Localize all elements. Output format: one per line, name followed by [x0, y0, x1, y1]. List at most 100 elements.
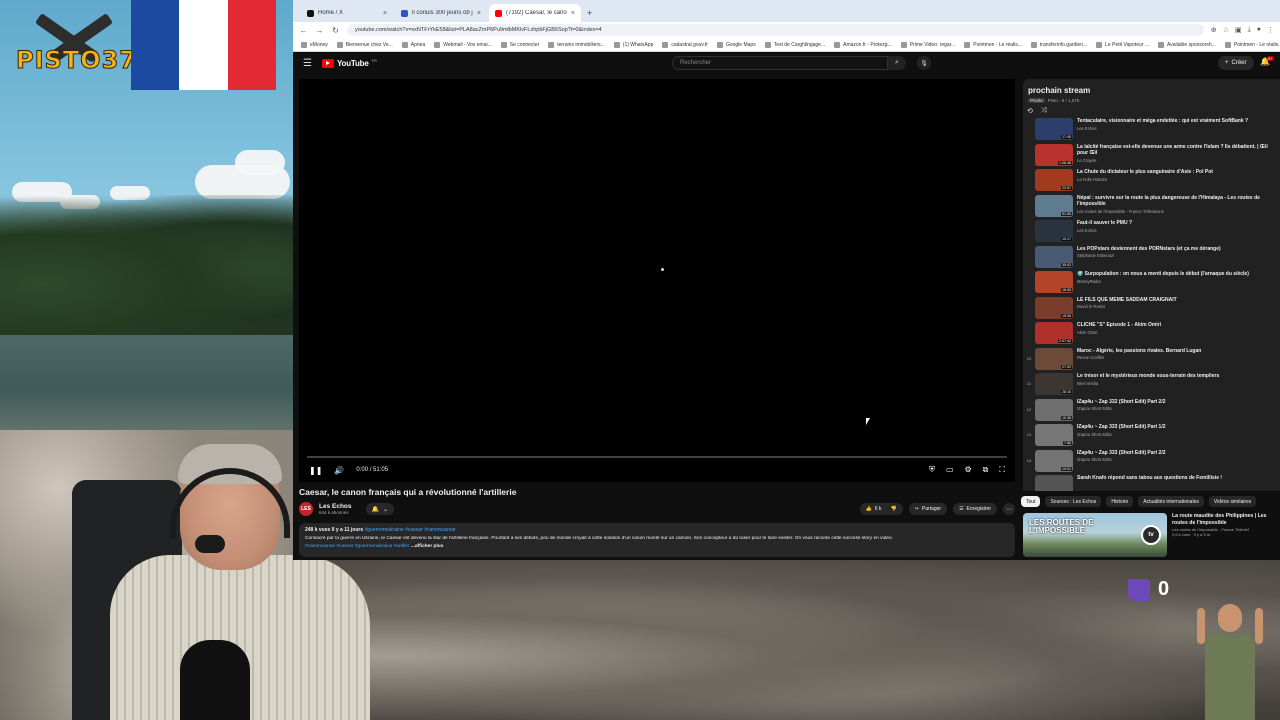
more-icon[interactable]: ⋯: [1003, 503, 1015, 515]
fullscreen-icon[interactable]: ⛶: [999, 465, 1005, 475]
playlist-item[interactable]: 17:45 Tentaculaire, visionnaire et méga e…: [1023, 118, 1280, 144]
playlist-item[interactable]: 2:07:42 CLICHÉ "S" Épisode 1 - Akim Omiri…: [1023, 322, 1280, 348]
microphone-icon[interactable]: 🎙: [917, 56, 931, 70]
playlist-item[interactable]: 51:55 Népal : survivre sur la route la pl…: [1023, 194, 1280, 221]
playlist-thumbnail[interactable]: 2:07:42: [1035, 322, 1073, 344]
recommended-thumbnail[interactable]: LES ROUTES DE L'IMPOSSIBLE tv: [1023, 513, 1167, 557]
recommended-title[interactable]: La route maudite des Philippines | Les r…: [1172, 513, 1276, 526]
save-button[interactable]: ☰ Enregistrer: [953, 503, 997, 515]
playlist-thumbnail[interactable]: 35:53: [1035, 245, 1073, 268]
bookmark-item[interactable]: Se connecter: [500, 41, 539, 48]
recommended-video[interactable]: LES ROUTES DE L'IMPOSSIBLE tv La route m…: [1023, 513, 1280, 557]
bookmark-item[interactable]: Amazon.fr - Protezg...: [834, 41, 892, 48]
settings-icon[interactable]: ⚙: [965, 465, 972, 475]
like-button[interactable]: 👍 6 k 👎: [859, 503, 903, 515]
profile-icon[interactable]: ●: [1257, 26, 1261, 34]
tab-youtube[interactable]: (7192) Caesar, le canon franç ×: [489, 4, 581, 22]
playlist-item[interactable]: 10 27:09 Maroc - Algérie, les passions riv…: [1023, 347, 1280, 374]
loop-icon[interactable]: ⟲: [1027, 107, 1033, 115]
bookmark-item[interactable]: Google Maps: [716, 41, 756, 48]
shield-icon[interactable]: ⛨: [929, 465, 935, 475]
bookmark-item[interactable]: Prime Video: regar...: [900, 41, 955, 48]
filter-chip[interactable]: Actualités internationales: [1138, 496, 1204, 507]
playlist-thumbnail[interactable]: 16:05: [1035, 271, 1073, 293]
bookmark-item[interactable]: (1) WhatsApp: [613, 41, 653, 48]
forward-icon[interactable]: →: [315, 26, 324, 35]
playlist-item[interactable]: 35:53 Les POPstars deviennent des PORNsta…: [1023, 245, 1280, 272]
description-box[interactable]: 248 k vues Il y a 11 jours #guerreenukra…: [299, 523, 1015, 557]
playlist-item[interactable]: 10:17 Faut-il sauver le PMU ? Les Echos: [1023, 220, 1280, 246]
channel-name[interactable]: Les Echos: [319, 503, 352, 510]
new-tab-button[interactable]: +: [583, 4, 596, 22]
volume-icon[interactable]: 🔊: [334, 466, 344, 475]
playlist-thumbnail[interactable]: 28:15: [1035, 373, 1073, 395]
create-button[interactable]: + Créer: [1218, 56, 1254, 70]
pause-icon[interactable]: ❚❚: [309, 466, 322, 475]
playlist-item[interactable]: 11 28:15 Le trésor et le mystérieux monde …: [1023, 373, 1280, 399]
playlist-thumbnail[interactable]: 27:09: [1035, 347, 1073, 370]
bookmark-item[interactable]: Apnea: [401, 41, 425, 48]
show-more-link[interactable]: ...afficher plus: [411, 544, 444, 549]
tab-page[interactable]: il conuis 300 jeuns ob jeu sur ×: [395, 4, 487, 22]
subtitles-icon[interactable]: ▭: [946, 465, 954, 475]
shuffle-icon[interactable]: ⤨: [1041, 107, 1047, 115]
menu-icon[interactable]: ☰: [303, 58, 312, 69]
playlist-item[interactable]: Sarah Knafo répond sans tabou aux questi…: [1023, 475, 1280, 491]
tab-twitter[interactable]: Home / X ×: [301, 4, 393, 22]
filter-chip[interactable]: Sources : Les Echos: [1045, 496, 1102, 507]
bookmark-item[interactable]: Test de Carghlingage...: [764, 41, 825, 48]
playlist-item[interactable]: 16:05 🌍 Surpopulation : on nous a menti d…: [1023, 271, 1280, 297]
filter-chip[interactable]: Vidéos similaires: [1208, 496, 1257, 507]
bookmark-item[interactable]: Pointmen - Le réalis...: [964, 41, 1022, 48]
playlist-item[interactable]: 13 7:56 IZap4u ~ Zap 333 (Short Edit) Part…: [1023, 424, 1280, 450]
playlist-thumbnail[interactable]: 10:01: [1035, 449, 1073, 472]
playlist-thumbnail[interactable]: 7:56: [1035, 424, 1073, 446]
extension-icon[interactable]: ▣: [1235, 26, 1242, 34]
bookmark-item[interactable]: Pointmen - Le réalis...: [1224, 41, 1280, 48]
subscribed-button[interactable]: 🔔 ⌄: [365, 503, 395, 515]
playlist-thumbnail[interactable]: 15:06: [1035, 296, 1073, 319]
star-icon[interactable]: ☆: [1223, 26, 1229, 34]
playlist-thumbnail[interactable]: [1035, 475, 1073, 491]
menu-icon[interactable]: ⋮: [1267, 26, 1274, 34]
bookmark-item[interactable]: Available sponsorsh...: [1157, 41, 1216, 48]
playlist-item[interactable]: 1:06:48 La laïcité française est-elle dev…: [1023, 143, 1280, 170]
playlist-thumbnail[interactable]: 17:45: [1035, 118, 1073, 140]
playlist-title[interactable]: prochain stream: [1028, 86, 1280, 95]
channel-avatar[interactable]: LES: [299, 502, 313, 516]
bookmark-item[interactable]: eMoney: [301, 41, 328, 48]
thumbs-down-icon[interactable]: 👎: [890, 506, 896, 512]
bookmark-item[interactable]: Bienvenue chez Ve...: [336, 41, 393, 48]
install-icon[interactable]: ⊕: [1211, 26, 1217, 34]
search-icon[interactable]: ⌕: [888, 56, 906, 70]
bookmark-item[interactable]: Webmail - Vos emai...: [434, 41, 492, 48]
filter-chip[interactable]: Tout: [1021, 496, 1041, 507]
download-icon[interactable]: ⤓: [1248, 26, 1251, 34]
close-icon[interactable]: ×: [477, 10, 481, 17]
playlist-thumbnail[interactable]: 22:57: [1035, 169, 1073, 191]
url-input[interactable]: youtube.com/watch?v=xxNTFrYkE58&list=PLA…: [347, 24, 1204, 36]
playlist-item[interactable]: 22:57 La Chute du dictateur le plus sangu…: [1023, 169, 1280, 195]
playlist-thumbnail[interactable]: 51:55: [1035, 194, 1073, 217]
close-icon[interactable]: ×: [571, 10, 575, 17]
playlist-item[interactable]: 12 10:36 IZap4u ~ Zap 332 (Short Edit) Par…: [1023, 398, 1280, 425]
filter-chip[interactable]: Histoire: [1106, 496, 1134, 507]
back-icon[interactable]: ←: [299, 26, 308, 35]
miniplayer-icon[interactable]: ⧉: [983, 465, 989, 475]
reload-icon[interactable]: ↻: [331, 26, 340, 35]
bookmark-item[interactable]: Le Petit Vapoteur ...: [1096, 41, 1149, 48]
playlist-thumbnail[interactable]: 10:36: [1035, 398, 1073, 421]
video-player[interactable]: ❚❚ 🔊 0:00 / 51:05 ⛨ ▭ ⚙ ⧉ ⛶: [299, 79, 1015, 482]
bookmark-item[interactable]: cadastral.gouv.fr: [662, 41, 708, 48]
search-input[interactable]: Rechercher: [672, 56, 888, 70]
playlist-item[interactable]: 14 10:01 IZap4u ~ Zap 333 (Short Edit) Par…: [1023, 449, 1280, 476]
share-button[interactable]: ↪ Partager: [908, 503, 948, 515]
playlist-thumbnail[interactable]: 10:17: [1035, 220, 1073, 242]
bookmark-item[interactable]: transferinfo.gardien...: [1030, 41, 1087, 48]
close-icon[interactable]: ×: [383, 10, 387, 17]
playlist-item[interactable]: 15:06 LE FILS QUE MÊME SADDAM CRAIGNAIT Da…: [1023, 296, 1280, 323]
youtube-icon: [321, 58, 334, 68]
youtube-logo[interactable]: YouTube FR: [321, 58, 377, 68]
bookmark-item[interactable]: terrains immobiliers...: [548, 41, 605, 48]
playlist-thumbnail[interactable]: 1:06:48: [1035, 143, 1073, 166]
